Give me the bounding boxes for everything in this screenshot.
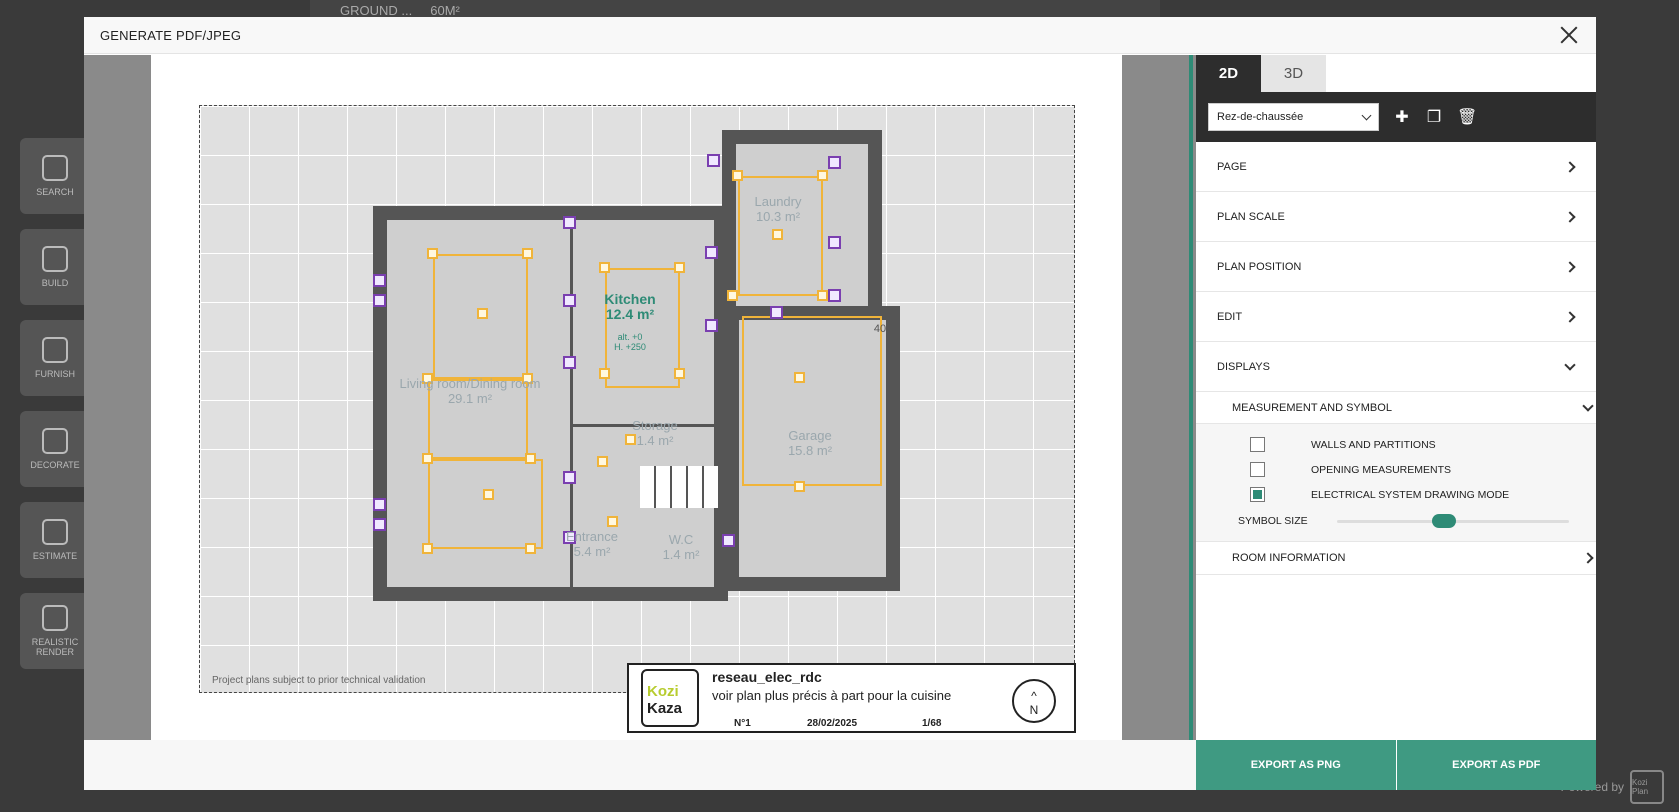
section-room-information[interactable]: ROOM INFORMATION bbox=[1196, 542, 1596, 575]
view-tabs: 2D 3D bbox=[1196, 55, 1596, 92]
section-plan-position[interactable]: PLAN POSITION bbox=[1196, 242, 1596, 292]
tab-3d[interactable]: 3D bbox=[1261, 55, 1326, 92]
paint-roller-icon bbox=[42, 428, 68, 454]
generate-pdf-modal: GENERATE PDF/JPEG Laundry 10.3 m² Kitche… bbox=[84, 17, 1596, 790]
chevron-down-icon bbox=[1361, 110, 1372, 120]
section-measurement-symbol[interactable]: MEASUREMENT AND SYMBOL bbox=[1196, 392, 1596, 424]
slider-handle[interactable] bbox=[1432, 513, 1457, 528]
kozi-kaza-logo: Kozi Kaza bbox=[641, 669, 699, 727]
symbol-size-row: SYMBOL SIZE bbox=[1196, 507, 1596, 535]
export-png-button[interactable]: EXPORT AS PNG bbox=[1196, 740, 1397, 790]
floor-select[interactable]: Rez-de-chaussée bbox=[1208, 103, 1379, 131]
furnish-tool: FURNISH bbox=[20, 320, 90, 396]
chevron-right-icon bbox=[1564, 260, 1576, 273]
room-label: Storage 1.4 m² bbox=[632, 418, 678, 448]
floor-indicator: GROUND ... bbox=[340, 2, 413, 18]
chevron-right-icon bbox=[1564, 310, 1576, 323]
plan-frame: Laundry 10.3 m² Kitchen 12.4 m² alt. +0 H. … bbox=[199, 105, 1075, 693]
room-label: Garage 15.8 m² bbox=[787, 428, 833, 458]
electrical-checkbox[interactable] bbox=[1250, 487, 1265, 502]
chevron-down-icon bbox=[1582, 399, 1594, 412]
kozi-plan-logo: Kozi Plan bbox=[1630, 770, 1664, 804]
copy-icon[interactable]: ❐ bbox=[1425, 107, 1443, 127]
section-page[interactable]: PAGE bbox=[1196, 142, 1596, 192]
preview-scrollbar[interactable] bbox=[1189, 55, 1193, 740]
chevron-down-icon bbox=[1564, 358, 1576, 371]
room-label: Living room/Dining room 29.1 m² bbox=[399, 376, 541, 406]
chevron-right-icon bbox=[1564, 160, 1576, 173]
preview-area: Laundry 10.3 m² Kitchen 12.4 m² alt. +0 H. … bbox=[84, 55, 1196, 740]
chevron-right-icon bbox=[1564, 210, 1576, 223]
measurement-options: WALLS AND PARTITIONS OPENING MEASUREMENT… bbox=[1196, 424, 1596, 542]
house-icon bbox=[42, 246, 68, 272]
background-sidebar: SEARCH BUILD FURNISH DECORATE ESTIMATE R… bbox=[20, 138, 90, 684]
plan-date: 28/02/2025 bbox=[807, 718, 858, 729]
add-icon[interactable]: ✚ bbox=[1393, 107, 1411, 127]
modal-header: GENERATE PDF/JPEG bbox=[84, 17, 1596, 54]
option-electrical-mode[interactable]: ELECTRICAL SYSTEM DRAWING MODE bbox=[1196, 482, 1596, 507]
section-displays[interactable]: DISPLAYS bbox=[1196, 342, 1596, 392]
modal-title: GENERATE PDF/JPEG bbox=[100, 27, 242, 43]
room-label: Kitchen 12.4 m² bbox=[604, 291, 656, 322]
room-label: W.C 1.4 m² bbox=[662, 532, 700, 562]
settings-panel: 2D 3D Rez-de-chaussée ✚ ❐ 🗑 PAGE PLAN SC… bbox=[1196, 55, 1596, 740]
section-edit[interactable]: EDIT bbox=[1196, 292, 1596, 342]
trash-icon[interactable]: 🗑 bbox=[1457, 107, 1477, 127]
estimate-tool: ESTIMATE bbox=[20, 502, 90, 578]
north-arrow-icon: ^ N bbox=[1012, 679, 1056, 723]
floor-toolbar: Rez-de-chaussée ✚ ❐ 🗑 bbox=[1196, 92, 1596, 142]
export-bar: EXPORT AS PNG EXPORT AS PDF bbox=[1196, 740, 1596, 790]
search-tool: SEARCH bbox=[20, 138, 90, 214]
disclaimer: Project plans subject to prior technical… bbox=[212, 675, 426, 686]
plan-name: reseau_elec_rdc bbox=[712, 669, 822, 685]
dimension-label: 40 bbox=[873, 323, 887, 335]
openings-checkbox[interactable] bbox=[1250, 462, 1265, 477]
option-walls-partitions[interactable]: WALLS AND PARTITIONS bbox=[1196, 432, 1596, 457]
title-block: Kozi Kaza reseau_elec_rdc voir plan plus … bbox=[627, 663, 1076, 733]
search-icon bbox=[42, 155, 68, 181]
sofa-icon bbox=[42, 337, 68, 363]
section-plan-scale[interactable]: PLAN SCALE bbox=[1196, 192, 1596, 242]
plan-number: N°1 bbox=[734, 718, 751, 729]
tab-2d[interactable]: 2D bbox=[1196, 55, 1261, 92]
plan-description: voir plan plus précis à part pour la cui… bbox=[712, 688, 952, 703]
symbol-size-slider[interactable] bbox=[1336, 513, 1569, 528]
modal-footer bbox=[84, 740, 1196, 790]
walls-checkbox[interactable] bbox=[1250, 437, 1265, 452]
close-icon[interactable] bbox=[1558, 24, 1580, 46]
room-label: Laundry 10.3 m² bbox=[754, 194, 802, 224]
kitchen-note: alt. +0 H. +250 bbox=[614, 332, 646, 352]
build-tool: BUILD bbox=[20, 229, 90, 305]
camera-icon bbox=[42, 605, 68, 631]
room-label: Entrance 5.4 m² bbox=[565, 529, 619, 559]
plan-scale: 1/68 bbox=[922, 718, 942, 729]
chevron-right-icon bbox=[1582, 552, 1594, 564]
decorate-tool: DECORATE bbox=[20, 411, 90, 487]
render-tool: REALISTIC RENDER bbox=[20, 593, 90, 669]
preview-page: Laundry 10.3 m² Kitchen 12.4 m² alt. +0 H. … bbox=[151, 55, 1122, 740]
stairs bbox=[640, 466, 720, 508]
option-opening-measurements[interactable]: OPENING MEASUREMENTS bbox=[1196, 457, 1596, 482]
area-indicator: 60M² bbox=[430, 2, 460, 18]
export-pdf-button[interactable]: EXPORT AS PDF bbox=[1396, 740, 1596, 790]
clipboard-icon bbox=[42, 519, 68, 545]
